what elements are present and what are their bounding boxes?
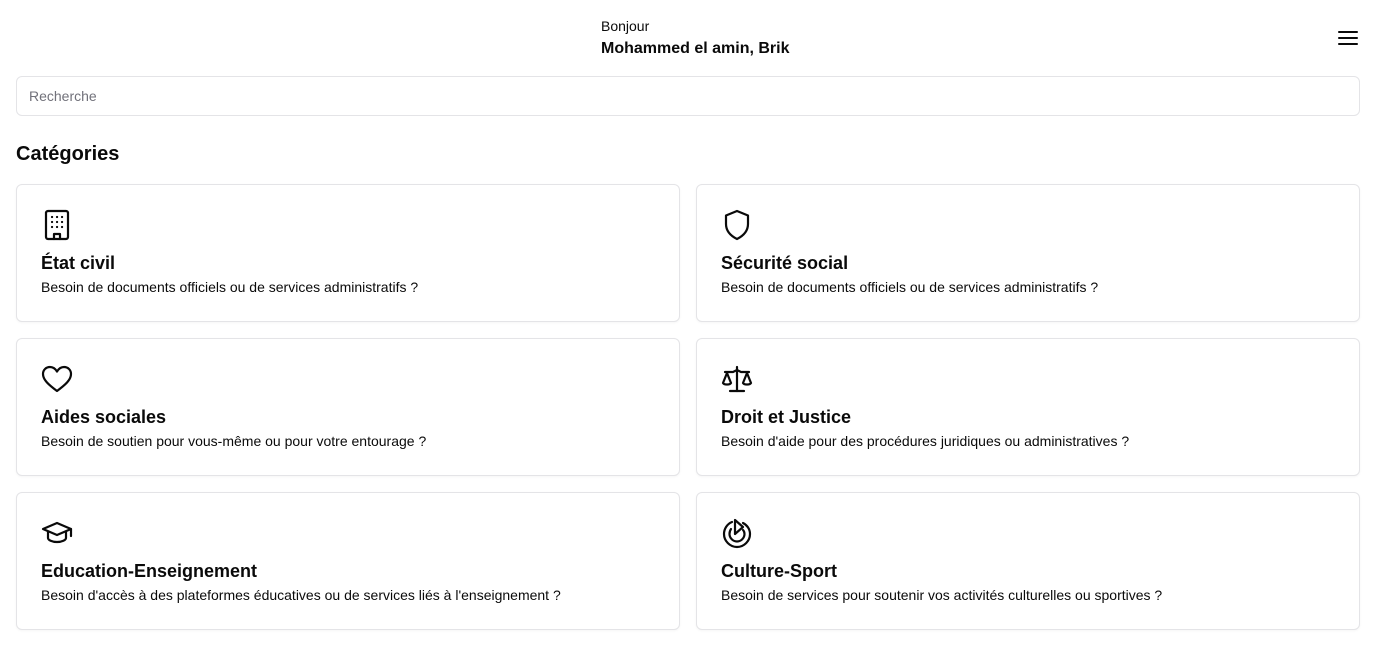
category-card-securite-social[interactable]: Sécurité social Besoin de documents offi… <box>696 184 1360 322</box>
search-input[interactable] <box>16 76 1360 116</box>
shield-icon <box>721 209 753 241</box>
category-title: Culture-Sport <box>721 561 837 581</box>
category-description: Besoin d'aide pour des procédures juridi… <box>721 433 1130 449</box>
category-description: Besoin de soutien pour vous-même ou pour… <box>41 433 427 449</box>
category-description: Besoin de services pour soutenir vos act… <box>721 587 1163 603</box>
scale-icon <box>721 363 753 395</box>
category-grid: État civil Besoin de documents officiels… <box>16 184 1360 630</box>
category-title: Education-Enseignement <box>41 561 258 581</box>
category-card-education[interactable]: Education-Enseignement Besoin d'accès à … <box>16 492 680 630</box>
category-description: Besoin de documents officiels ou de serv… <box>41 279 419 295</box>
category-title: Droit et Justice <box>721 407 852 427</box>
category-card-aides-sociales[interactable]: Aides sociales Besoin de soutien pour vo… <box>16 338 680 476</box>
category-card-etat-civil[interactable]: État civil Besoin de documents officiels… <box>16 184 680 322</box>
hamburger-menu-icon <box>1338 31 1358 45</box>
category-description: Besoin d'accès à des plateformes éducati… <box>41 587 561 603</box>
category-title: Aides sociales <box>41 407 167 427</box>
heart-icon <box>41 363 73 395</box>
target-play-icon <box>721 517 753 549</box>
header: Bonjour Mohammed el amin, Brik <box>0 0 1376 72</box>
building-icon <box>41 209 73 241</box>
category-title: Sécurité social <box>721 253 849 273</box>
category-description: Besoin de documents officiels ou de serv… <box>721 279 1099 295</box>
menu-button[interactable] <box>1335 26 1361 50</box>
section-title: Catégories <box>16 143 120 165</box>
category-title: État civil <box>41 253 116 273</box>
graduation-cap-icon <box>41 517 73 549</box>
category-card-culture-sport[interactable]: Culture-Sport Besoin de services pour so… <box>696 492 1360 630</box>
greeting-text: Bonjour <box>601 18 650 34</box>
category-card-droit-justice[interactable]: Droit et Justice Besoin d'aide pour des … <box>696 338 1360 476</box>
user-name: Mohammed el amin, Brik <box>601 40 790 57</box>
